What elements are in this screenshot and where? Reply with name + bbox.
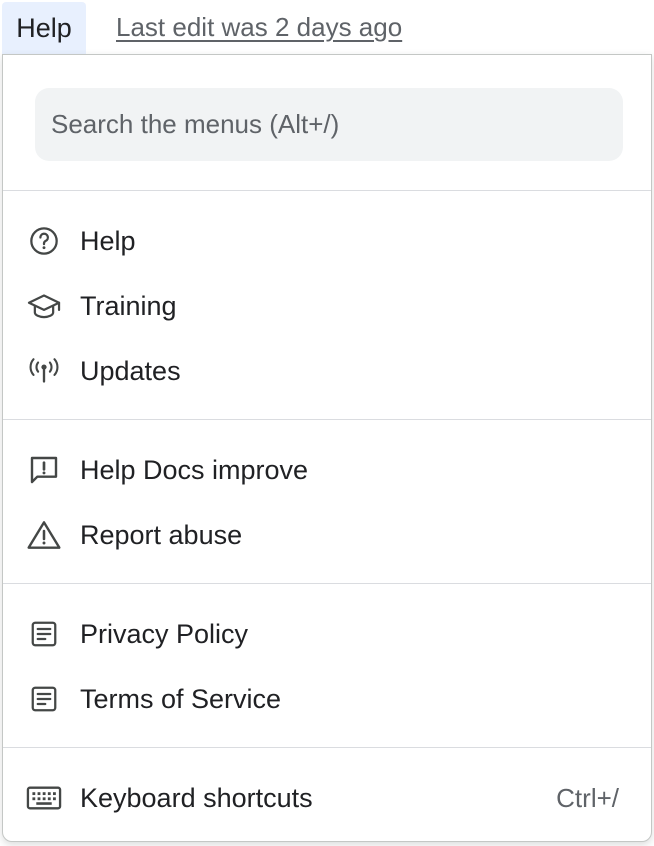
menu-item-label: Training [80,291,177,321]
help-menu-button[interactable]: Help [2,2,86,55]
help-menu-dropdown: Search the menus (Alt+/) Help Training U… [2,54,652,842]
menu-item-updates[interactable]: Updates [3,342,651,400]
divider [3,747,651,748]
menu-item-label: Privacy Policy [80,619,249,649]
menu-item-label: Help Docs improve [80,455,309,485]
divider [3,583,651,584]
menu-item-help[interactable]: Help [3,212,651,270]
menu-item-keyboard-shortcuts[interactable]: Keyboard shortcuts Ctrl+/ [3,769,651,827]
menu-item-privacy-policy[interactable]: Privacy Policy [3,605,651,663]
menu-item-help-docs-improve[interactable]: Help Docs improve [3,441,651,499]
menu-item-label: Keyboard shortcuts [80,783,313,813]
divider [3,190,651,191]
menu-item-label: Report abuse [80,520,243,550]
menubar: Help Last edit was 2 days ago [0,0,654,56]
search-menus-input[interactable]: Search the menus (Alt+/) [35,88,623,161]
menu-item-training[interactable]: Training [3,277,651,335]
menu-item-label: Terms of Service [80,684,282,714]
document-icon [26,683,62,715]
broadcast-icon [26,355,62,387]
shortcut-hint: Ctrl+/ [556,783,619,813]
warning-icon [26,519,62,551]
document-icon [26,618,62,650]
menu-item-label: Help [80,226,136,256]
menu-item-terms-of-service[interactable]: Terms of Service [3,670,651,728]
divider [3,419,651,420]
graduation-cap-icon [26,290,62,322]
feedback-icon [26,454,62,486]
last-edit-link[interactable]: Last edit was 2 days ago [116,12,402,43]
keyboard-icon [26,782,62,814]
help-circle-icon [26,225,62,257]
menu-item-report-abuse[interactable]: Report abuse [3,506,651,564]
menu-item-label: Updates [80,356,181,386]
